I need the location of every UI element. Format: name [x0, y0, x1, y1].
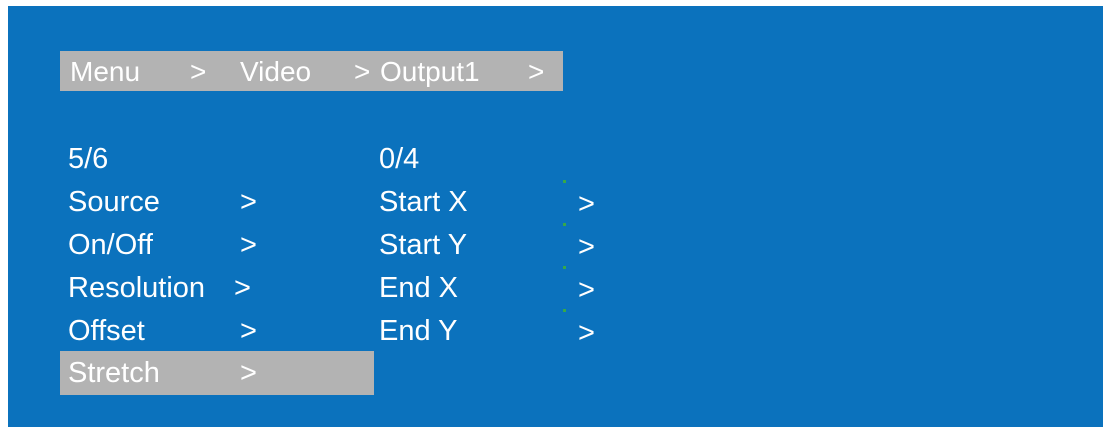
osd-screen: Menu > Video > Output1 > 5/6 Source > On…	[8, 6, 1103, 427]
menu-item-label: End X	[379, 272, 458, 304]
submenu-arrow: >	[240, 315, 257, 347]
submenu-arrow: >	[578, 188, 595, 220]
value-marker-dot	[563, 309, 566, 312]
value-marker-dot	[563, 180, 566, 183]
submenu-arrow: >	[240, 357, 257, 389]
breadcrumb-menu[interactable]: Menu	[70, 51, 140, 91]
value-marker-dot	[563, 266, 566, 269]
menu-item-stretch-selected[interactable]: Stretch >	[60, 351, 374, 395]
value-marker-dot	[563, 223, 566, 226]
submenu-arrow: >	[234, 272, 251, 304]
menu-item-label: Source	[68, 186, 160, 218]
submenu-arrow: >	[578, 317, 595, 349]
left-menu-counter: 5/6	[68, 143, 109, 175]
menu-item-label: Resolution	[68, 272, 206, 304]
submenu-arrow: >	[240, 186, 257, 218]
breadcrumb-separator: >	[190, 56, 207, 87]
menu-item-label: On/Off	[68, 229, 153, 261]
menu-item-label: Stretch	[68, 357, 160, 389]
breadcrumb-video[interactable]: Video	[240, 51, 311, 91]
menu-item-label: Start Y	[379, 229, 468, 261]
submenu-arrow: >	[578, 274, 595, 306]
menu-item-label: End Y	[379, 315, 458, 347]
submenu-arrow: >	[578, 231, 595, 263]
breadcrumb: Menu > Video > Output1 >	[60, 51, 563, 91]
right-menu-counter: 0/4	[379, 143, 420, 175]
menu-item-label: Offset	[68, 315, 145, 347]
breadcrumb-separator: >	[528, 56, 545, 87]
menu-item-label: Start X	[379, 186, 468, 218]
submenu-arrow: >	[240, 229, 257, 261]
breadcrumb-output[interactable]: Output1	[380, 51, 480, 91]
breadcrumb-separator: >	[354, 56, 371, 87]
